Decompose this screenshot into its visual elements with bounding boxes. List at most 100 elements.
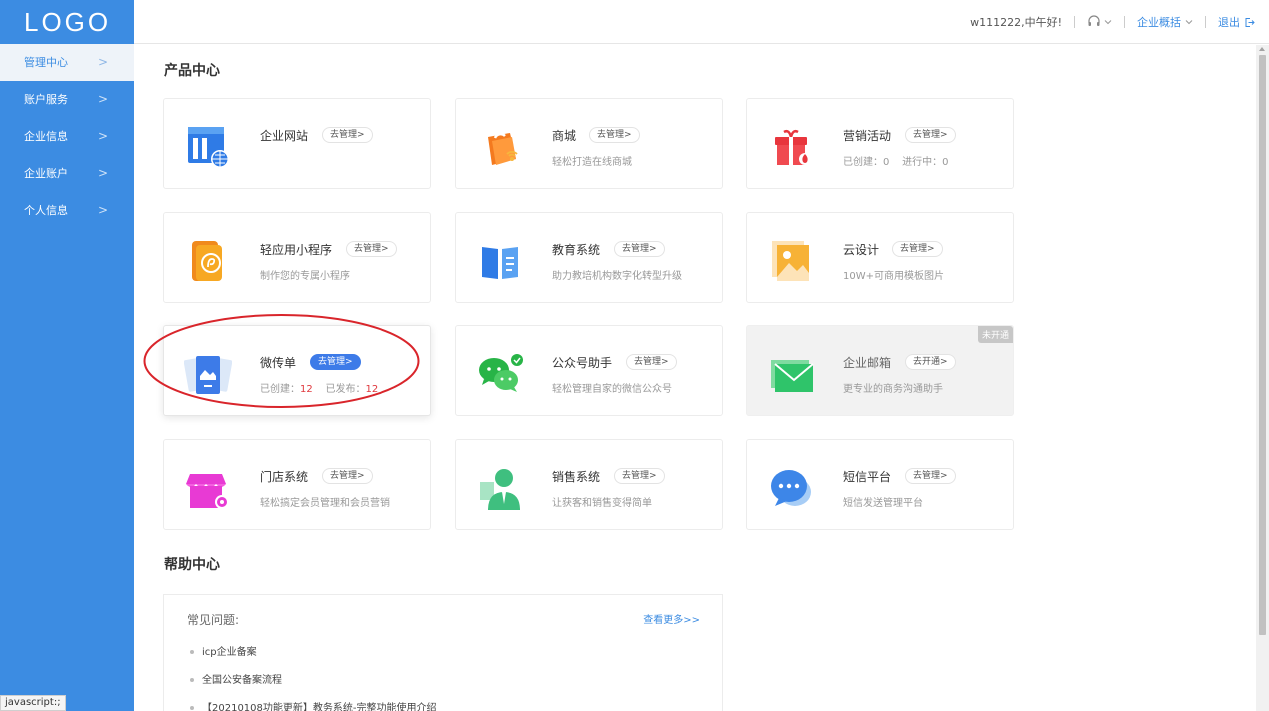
card-title: 短信平台 — [843, 470, 892, 484]
manage-button[interactable]: 去管理> — [892, 241, 943, 257]
manage-button[interactable]: 去管理> — [322, 468, 373, 484]
greeting-text: w111222,中午好! — [970, 16, 1062, 29]
sidebar-item-label: 管理中心 — [24, 56, 68, 69]
sidebar-item-label: 企业信息 — [24, 130, 68, 143]
faq-item-text: 全国公安备案流程 — [202, 675, 282, 686]
faq-item[interactable]: 【20210108功能更新】教务系统-完整功能使用介绍 — [190, 699, 437, 711]
flyer-icon — [184, 356, 232, 394]
created-count: 12 — [300, 384, 313, 395]
manage-button[interactable]: 去管理> — [589, 127, 640, 143]
product-card-cloud-design[interactable]: 云设计 去管理> 10W+可商用模板图片 — [746, 212, 1014, 303]
sidebar-item-account-services[interactable]: 账户服务 > — [0, 81, 134, 118]
top-header: w111222,中午好! 企业概括 退出 — [134, 0, 1269, 44]
product-center-title: 产品中心 — [164, 63, 220, 79]
sidebar-item-label: 企业账户 — [24, 167, 68, 180]
product-card-store[interactable]: 门店系统 去管理> 轻松搞定会员管理和会员营销 — [163, 439, 431, 530]
shop-bag-icon — [488, 132, 518, 165]
mail-icon — [771, 360, 814, 392]
vertical-scrollbar[interactable] — [1256, 45, 1269, 711]
card-title: 销售系统 — [552, 470, 601, 484]
product-card-mall[interactable]: 商城 去管理> 轻松打造在线商城 — [455, 98, 723, 189]
card-subtitle: 制作您的专属小程序 — [260, 271, 350, 282]
product-card-sales[interactable]: 销售系统 去管理> 让获客和销售变得简单 — [455, 439, 723, 530]
main-content: 产品中心 企业网站 去管理> 商城 去管理> 轻松打造在线商城 营销活动 去管理… — [134, 45, 1256, 711]
support-menu[interactable] — [1087, 15, 1112, 29]
sidebar-item-personal-info[interactable]: 个人信息 > — [0, 192, 134, 229]
published-count: 12 — [365, 384, 379, 395]
in-progress-count: 0 — [942, 157, 949, 168]
divider — [1074, 16, 1075, 28]
manage-button[interactable]: 去管理> — [905, 468, 956, 484]
product-card-enterprise-mail[interactable]: 未开通 企业邮箱 去开通> 更专业的商务沟通助手 — [746, 325, 1014, 416]
card-subtitle: 更专业的商务沟通助手 — [843, 384, 943, 395]
manage-button[interactable]: 去管理> — [310, 354, 361, 370]
company-overview-label: 企业概括 — [1137, 16, 1181, 29]
product-card-sms[interactable]: 短信平台 去管理> 短信发送管理平台 — [746, 439, 1014, 530]
faq-label: 常见问题: — [187, 613, 240, 627]
card-title: 企业邮箱 — [843, 356, 892, 370]
activate-button[interactable]: 去开通> — [905, 354, 956, 370]
card-stats: 已创建：0 进行中：0 — [843, 153, 948, 168]
sidebar-item-management-center[interactable]: 管理中心 > — [0, 44, 134, 81]
sidebar-item-company-info[interactable]: 企业信息 > — [0, 118, 134, 155]
card-title: 云设计 — [843, 243, 880, 257]
not-activated-badge: 未开通 — [977, 326, 1013, 343]
logout-button[interactable]: 退出 — [1218, 14, 1255, 30]
faq-item-text: 【20210108功能更新】教务系统-完整功能使用介绍 — [202, 703, 437, 711]
product-card-education[interactable]: 教育系统 去管理> 助力教培机构数字化转型升级 — [455, 212, 723, 303]
card-title: 商城 — [552, 129, 577, 143]
sidebar-item-company-account[interactable]: 企业账户 > — [0, 155, 134, 192]
bullet-icon — [190, 678, 194, 682]
card-subtitle: 轻松搞定会员管理和会员营销 — [260, 498, 390, 509]
faq-item[interactable]: icp企业备案 — [190, 643, 257, 658]
card-subtitle: 助力教培机构数字化转型升级 — [552, 271, 682, 282]
card-title: 教育系统 — [552, 243, 601, 257]
card-title: 企业网站 — [260, 129, 309, 143]
chevron-right-icon: > — [97, 92, 108, 106]
sidebar: LOGO 管理中心 > 账户服务 > 企业信息 > 企业账户 > 个人信息 > — [0, 0, 134, 711]
help-panel: 常见问题: 查看更多>> icp企业备案 全国公安备案流程 【20210108功… — [163, 594, 723, 711]
published-label: 已发布： — [325, 384, 366, 395]
manage-button[interactable]: 去管理> — [346, 241, 397, 257]
manage-button[interactable]: 去管理> — [905, 127, 956, 143]
view-more-link[interactable]: 查看更多>> — [643, 611, 700, 626]
bullet-icon — [190, 650, 194, 654]
card-subtitle: 让获客和销售变得简单 — [552, 498, 652, 509]
logout-label: 退出 — [1218, 16, 1240, 29]
website-icon — [188, 127, 229, 168]
chevron-right-icon: > — [97, 55, 108, 69]
chevron-down-icon — [1185, 20, 1193, 25]
card-title: 公众号助手 — [552, 356, 613, 370]
product-card-wechat-assistant[interactable]: 公众号助手 去管理> 轻松管理自家的微信公众号 — [455, 325, 723, 416]
scroll-up-icon[interactable] — [1259, 47, 1265, 51]
chat-bubble-icon — [771, 470, 811, 506]
product-card-mini-program[interactable]: 轻应用小程序 去管理> 制作您的专属小程序 — [163, 212, 431, 303]
faq-item[interactable]: 全国公安备案流程 — [190, 671, 282, 686]
store-icon — [186, 474, 229, 509]
card-subtitle: 轻松打造在线商城 — [552, 157, 632, 168]
scrollbar-thumb[interactable] — [1259, 55, 1266, 635]
gift-icon — [775, 129, 811, 165]
bullet-icon — [190, 706, 194, 710]
manage-button[interactable]: 去管理> — [322, 127, 373, 143]
manage-button[interactable]: 去管理> — [626, 354, 677, 370]
chevron-right-icon: > — [97, 166, 108, 180]
manage-button[interactable]: 去管理> — [614, 468, 665, 484]
card-subtitle: 短信发送管理平台 — [843, 498, 923, 509]
headset-icon — [1088, 15, 1100, 26]
product-card-website[interactable]: 企业网站 去管理> — [163, 98, 431, 189]
chevron-down-icon — [1104, 20, 1112, 25]
product-card-marketing[interactable]: 营销活动 去管理> 已创建：0 进行中：0 — [746, 98, 1014, 189]
company-overview-menu[interactable]: 企业概括 — [1137, 14, 1193, 30]
created-label: 已创建： — [843, 157, 883, 168]
manage-button[interactable]: 去管理> — [614, 241, 665, 257]
logout-icon — [1245, 17, 1255, 27]
browser-status-bar: javascript:; — [0, 695, 66, 711]
product-card-flyer[interactable]: 微传单 去管理> 已创建：12 已发布：12 — [163, 325, 431, 416]
image-icon — [772, 241, 809, 281]
card-title: 微传单 — [260, 356, 297, 370]
divider — [1124, 16, 1125, 28]
divider — [1205, 16, 1206, 28]
faq-item-text: icp企业备案 — [202, 647, 257, 658]
sidebar-item-label: 个人信息 — [24, 204, 68, 217]
